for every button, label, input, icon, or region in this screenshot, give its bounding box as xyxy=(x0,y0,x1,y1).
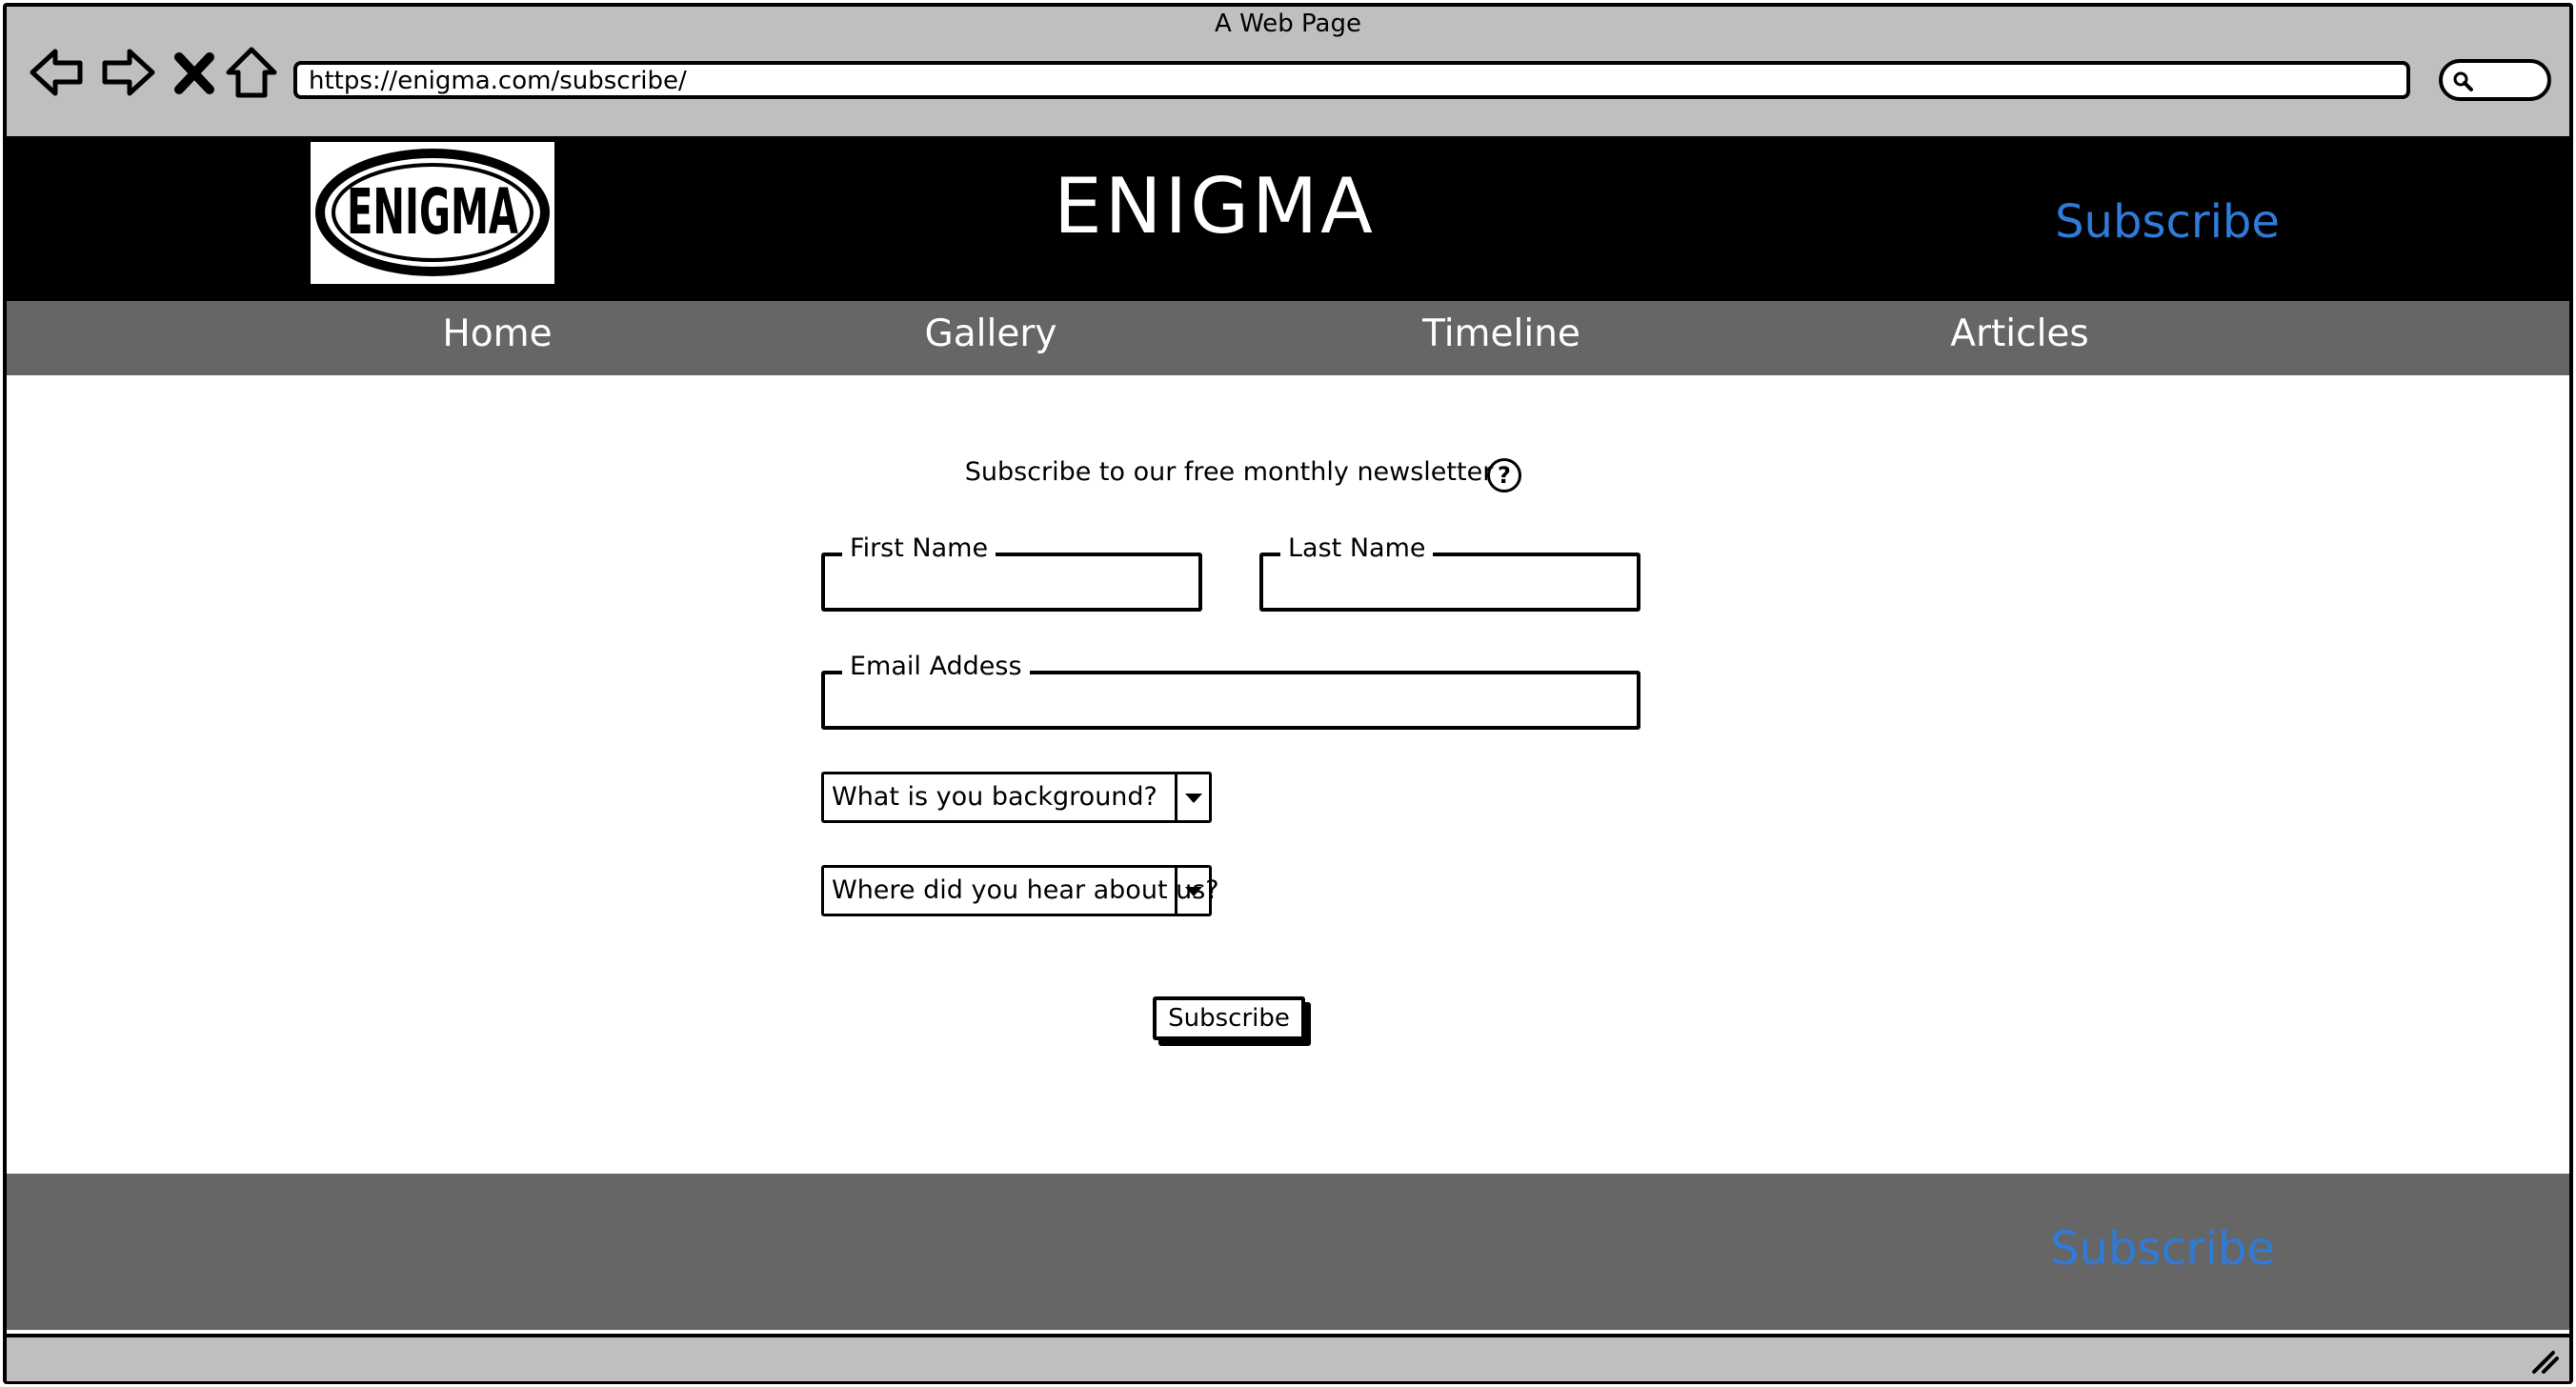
email-label: Email Addess xyxy=(842,653,1030,680)
browser-search-box[interactable] xyxy=(2439,59,2551,101)
help-icon[interactable]: ? xyxy=(1487,458,1521,492)
enigma-logo[interactable]: ENIGMA xyxy=(311,142,554,284)
url-text: https://enigma.com/subscribe/ xyxy=(309,67,687,95)
chevron-down-icon[interactable] xyxy=(1175,774,1209,820)
back-arrow-icon[interactable] xyxy=(27,42,88,103)
search-icon xyxy=(2453,71,2473,91)
nav-item-gallery[interactable]: Gallery xyxy=(838,312,1143,355)
home-icon[interactable] xyxy=(221,42,282,103)
subscribe-button[interactable]: Subscribe xyxy=(1153,996,1305,1040)
window-title: A Web Page xyxy=(1215,10,1361,38)
background-select[interactable]: What is you background? xyxy=(821,772,1212,823)
close-icon[interactable] xyxy=(168,42,221,103)
nav-item-timeline[interactable]: Timeline xyxy=(1349,312,1654,355)
first-name-label: First Name xyxy=(842,535,996,562)
chevron-down-icon[interactable] xyxy=(1175,868,1209,914)
nav-item-articles[interactable]: Articles xyxy=(1867,312,2172,355)
referral-select[interactable]: Where did you hear about us? xyxy=(821,865,1219,916)
resize-grip-icon[interactable] xyxy=(2530,1349,2559,1374)
form-heading: Subscribe to our free monthly newsletter xyxy=(964,457,1494,487)
browser-status-bar xyxy=(7,1334,2569,1381)
referral-select-value: Where did you hear about us? xyxy=(832,875,1219,905)
footer-subscribe-link[interactable]: Subscribe xyxy=(2010,1222,2315,1276)
background-select-value: What is you background? xyxy=(832,782,1157,812)
logo-text: ENIGMA xyxy=(347,175,518,249)
forward-arrow-icon[interactable] xyxy=(97,42,158,103)
site-title: ENIGMA xyxy=(1054,162,1376,251)
nav-item-home[interactable]: Home xyxy=(345,312,650,355)
address-bar[interactable]: https://enigma.com/subscribe/ xyxy=(293,61,2410,99)
last-name-label: Last Name xyxy=(1280,535,1434,562)
header-subscribe-link[interactable]: Subscribe xyxy=(2020,195,2315,249)
